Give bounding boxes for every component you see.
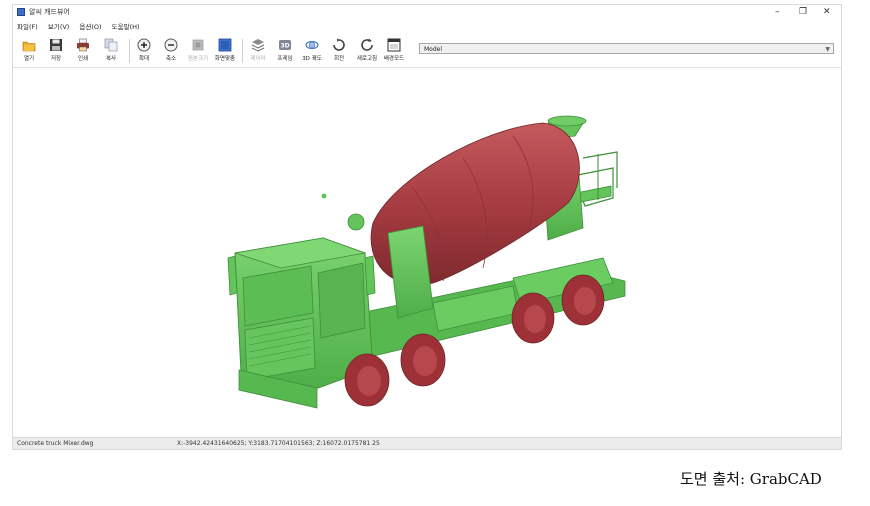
minimize-button[interactable]: – [775,7,780,17]
app-logo-icon [17,8,25,16]
figure-caption: 도면 출처: GrabCAD [680,470,822,488]
layers-button[interactable]: 레이어 [246,37,270,62]
background-mode-button[interactable]: 배경모드 [382,37,406,62]
3d-orbit-icon [305,37,319,51]
toolbar-separator [129,39,130,63]
svg-text:3D: 3D [281,43,290,50]
original-size-button[interactable]: 원본크기 [186,37,210,62]
layers-icon [251,37,265,52]
zoom-out-icon [164,37,178,52]
status-coordinates: X:-3942.42431640625; Y:3183.71704101563;… [177,440,380,447]
menu-options[interactable]: 옵션(O) [79,23,101,31]
concrete-mixer-truck-model [227,115,626,409]
toolbar-separator [242,39,243,63]
menu-help[interactable]: 도움말(H) [112,23,140,31]
app-window: 알씨 캐드뷰어 – ❐ ✕ 파일(F) 보기(V) 옵션(O) 도움말(H) 열… [12,4,842,450]
rotate-icon [332,37,346,51]
fit-screen-button[interactable]: 화면맞춤 [213,37,237,62]
model-select-dropdown[interactable]: Model ▼ [419,43,834,54]
menu-bar: 파일(F) 보기(V) 옵션(O) 도움말(H) [17,21,148,33]
floppy-save-icon [49,37,63,51]
copy-button[interactable]: 복사 [99,37,123,62]
zoom-in-button[interactable]: 확대 [132,37,156,62]
refresh-icon [360,37,374,51]
status-file-name: Concrete truck Mixer.dwg [17,440,94,447]
model-select-value: Model [424,46,443,53]
cad-viewport[interactable] [13,68,841,440]
save-button[interactable]: 저장 [44,37,68,62]
menu-file[interactable]: 파일(F) [17,23,38,31]
original-size-icon [191,37,205,51]
background-mode-icon [387,37,401,52]
restore-button[interactable]: ❐ [799,7,807,17]
fit-screen-icon [218,37,232,52]
printer-icon [76,37,90,52]
3d-frame-button[interactable]: 3D 프레임 [273,37,297,62]
zoom-in-icon [137,37,151,52]
open-button[interactable]: 열기 [17,37,41,62]
window-title: 알씨 캐드뷰어 [29,8,70,16]
3d-frame-icon: 3D [278,37,292,51]
cad-model-render [227,115,626,409]
print-button[interactable]: 인쇄 [71,37,95,62]
chevron-down-icon: ▼ [825,46,830,53]
close-button[interactable]: ✕ [823,7,831,17]
menu-view[interactable]: 보기(V) [48,23,69,31]
title-bar: 알씨 캐드뷰어 – ❐ ✕ [13,5,841,21]
rotate-button[interactable]: 회전 [327,37,351,62]
zoom-out-button[interactable]: 축소 [159,37,183,62]
status-bar: Concrete truck Mixer.dwg X:-3942.4243164… [13,437,841,449]
copy-icon [104,37,118,52]
toolbar: 열기 저장 인쇄 복사 확대 축소 원본크기 화면맞춤 레이어 3D 프레임 3… [13,35,841,68]
refresh-button[interactable]: 새로고침 [355,37,379,62]
folder-open-icon [22,37,36,52]
3d-orbit-button[interactable]: 3D 궤도 [300,37,324,62]
